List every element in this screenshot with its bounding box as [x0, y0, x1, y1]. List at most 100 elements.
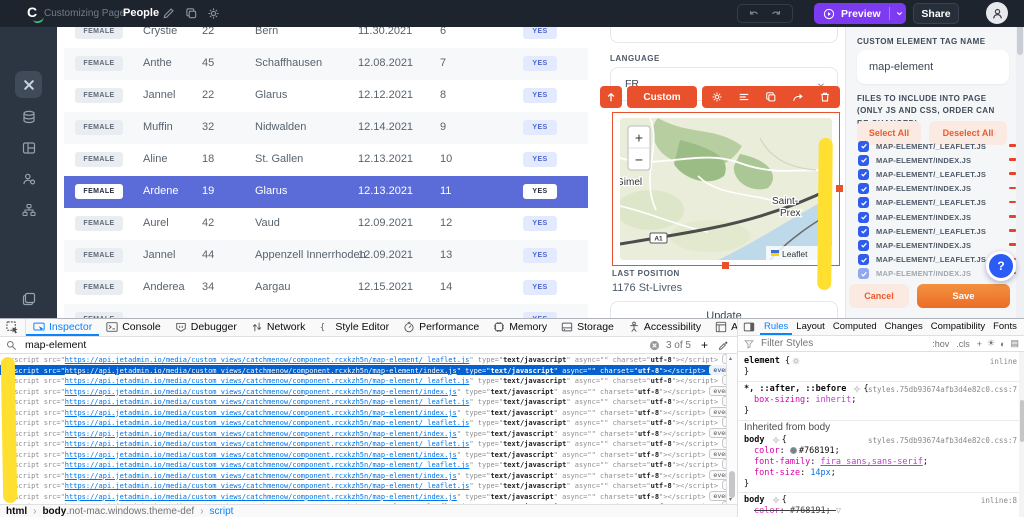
markup-search-input[interactable] [23, 338, 649, 352]
pick-element-icon[interactable] [0, 319, 26, 336]
element-settings-icon[interactable] [711, 91, 723, 103]
devtools-tab-storage[interactable]: Storage [554, 319, 621, 336]
event-badge[interactable]: event [709, 406, 726, 417]
markup-script-node[interactable]: <script src="https://api.jetadmin.io/med… [0, 406, 726, 418]
style-source-link[interactable]: styles.75db93674afb3d4e82c0.css:7 [867, 384, 1017, 395]
sidebar-item-design[interactable] [15, 71, 42, 98]
script-src-link[interactable]: https://api.jetadmin.io/media/custom_vie… [65, 398, 470, 406]
file-row[interactable]: MAP-ELEMENT/_LEAFLET.JS [858, 224, 986, 238]
print-sim-icon[interactable]: ▤ [1010, 338, 1019, 349]
style-source-link[interactable]: styles.75db93674afb3d4e82c0.css:7 [867, 435, 1017, 446]
rules-list[interactable]: element { inline } *, ::after, ::before … [738, 352, 1024, 517]
rules-toolbar-button[interactable]: :hov [932, 339, 949, 349]
script-src-link[interactable]: https://api.jetadmin.io/media/custom_vie… [65, 493, 457, 501]
script-src-link[interactable]: https://api.jetadmin.io/media/custom_vie… [65, 461, 470, 469]
rules-toolbar-button[interactable]: + [977, 339, 982, 349]
element-type-badge[interactable]: Custom [627, 86, 697, 108]
rules-tab-changes[interactable]: Changes [881, 319, 927, 335]
app-scrollbar[interactable] [1016, 0, 1024, 318]
script-src-link[interactable]: https://api.jetadmin.io/media/custom_vie… [65, 451, 457, 459]
markup-script-node[interactable]: <script src="https://api.jetadmin.io/med… [0, 427, 726, 439]
filter-styles-input[interactable] [759, 337, 928, 350]
script-src-link[interactable]: https://api.jetadmin.io/media/custom_vie… [65, 377, 470, 385]
file-checkbox-checked[interactable] [858, 225, 869, 237]
sidebar-item-layout[interactable] [15, 134, 42, 161]
rules-tab-rules[interactable]: Rules [760, 319, 793, 335]
rules-scrollbar[interactable] [1019, 352, 1024, 517]
markup-script-node[interactable]: <script src="https://api.jetadmin.io/med… [0, 396, 726, 407]
gear-icon[interactable] [853, 385, 861, 393]
file-checkbox-checked[interactable] [858, 183, 869, 195]
script-src-link[interactable]: https://api.jetadmin.io/media/custom_vie… [65, 419, 470, 427]
table-row[interactable]: FEMALE Jannel 22 Glarus 12.12.2021 8 YES [64, 80, 588, 112]
markup-script-node[interactable]: <script src="https://api.jetadmin.io/med… [0, 354, 726, 365]
event-badge[interactable]: event [709, 469, 726, 480]
markup-script-node[interactable]: <script src="https://api.jetadmin.io/med… [0, 385, 726, 397]
redo-icon[interactable] [770, 8, 782, 20]
event-badge[interactable]: event [709, 385, 726, 396]
gear-icon[interactable] [792, 357, 800, 365]
rules-toolbar-button[interactable]: .cls [956, 339, 970, 349]
event-badge[interactable]: event [709, 364, 726, 375]
devtools-tab-memory[interactable]: Memory [486, 319, 554, 336]
element-duplicate-icon[interactable] [765, 91, 777, 103]
breadcrumb-item[interactable]: body.not-mac.windows.theme-def [42, 506, 194, 517]
file-row[interactable]: MAP-ELEMENT/INDEX.JS [858, 153, 971, 167]
file-row[interactable]: MAP-ELEMENT/_LEAFLET.JS [858, 253, 986, 267]
devtools-tab-style-editor[interactable]: { } Style Editor [312, 319, 396, 336]
clear-search-icon[interactable] [649, 340, 660, 351]
css-property[interactable]: color [754, 446, 780, 456]
save-button[interactable]: Save [917, 284, 1010, 308]
element-delete-icon[interactable] [819, 91, 831, 103]
preview-button[interactable]: Preview [814, 3, 906, 24]
rules-tab-fonts[interactable]: Fonts [989, 319, 1021, 335]
cancel-button[interactable]: Cancel [849, 284, 909, 308]
devtools-tab-network[interactable]: Network [244, 319, 313, 336]
resize-handle-right[interactable] [836, 185, 843, 192]
undo-icon[interactable] [748, 8, 760, 20]
file-row[interactable]: MAP-ELEMENT/INDEX.JS [858, 267, 971, 280]
markup-view[interactable]: <script src="https://api.jetadmin.io/med… [0, 354, 726, 504]
file-checkbox-checked[interactable] [858, 268, 869, 280]
script-src-link[interactable]: https://api.jetadmin.io/media/custom_vie… [65, 356, 470, 364]
table-row[interactable]: FEMALE Anthe 45 Schaffhausen 12.08.2021 … [64, 48, 588, 80]
script-src-link[interactable]: https://api.jetadmin.io/media/custom_vie… [65, 440, 470, 448]
table-row[interactable]: FEMALE Muffin 32 Nidwalden 12.14.2021 9 … [64, 112, 588, 144]
edit-page-icon[interactable] [162, 7, 175, 20]
markup-script-node[interactable]: <script src="https://api.jetadmin.io/med… [0, 490, 726, 502]
script-src-link[interactable]: https://api.jetadmin.io/media/custom_vie… [65, 388, 457, 396]
funnel-icon[interactable]: ▽ [836, 506, 841, 517]
file-checkbox-checked[interactable] [858, 239, 869, 251]
markup-script-node[interactable]: <script src="https://api.jetadmin.io/med… [0, 459, 726, 470]
table-row[interactable]: FEMALE Aline 18 St. Gallen 12.13.2021 10… [64, 144, 588, 176]
file-checkbox-checked[interactable] [858, 154, 869, 166]
color-swatch[interactable] [789, 447, 797, 454]
css-property[interactable]: box-sizing [754, 395, 805, 405]
devtools-tab-debugger[interactable]: Debugger [168, 319, 244, 336]
table-row[interactable]: FEMALE Jannel 44 Appenzell Innerrhoden 1… [64, 240, 588, 272]
dock-sidebar-icon[interactable] [738, 319, 760, 335]
scroll-up-icon[interactable]: ▴ [729, 355, 732, 362]
element-share-icon[interactable] [792, 91, 804, 103]
file-checkbox-checked[interactable] [858, 211, 869, 223]
css-property[interactable]: color [754, 506, 780, 516]
devtools-tab-inspector[interactable]: Inspector [26, 319, 100, 336]
file-row[interactable]: MAP-ELEMENT/INDEX.JS [858, 182, 971, 196]
tag-name-input[interactable] [857, 50, 1009, 84]
event-badge[interactable]: event [709, 448, 726, 459]
file-row[interactable]: MAP-ELEMENT/INDEX.JS [858, 238, 971, 252]
table-row[interactable]: FEMALE Anderea 34 Aargau 12.15.2021 14 Y… [64, 272, 588, 304]
file-checkbox-checked[interactable] [858, 197, 869, 209]
script-src-link[interactable]: https://api.jetadmin.io/media/custom_vie… [65, 472, 457, 480]
sidebar-item-users[interactable] [15, 165, 42, 192]
leaflet-map[interactable]: A1 Gimel Saint- Prex Leaflet + − [620, 118, 832, 260]
markup-scrollbar[interactable]: ▴ ▾ [726, 354, 737, 504]
rules-tab-layout[interactable]: Layout [792, 319, 829, 335]
table-row[interactable]: FEMALE Aurel 42 Vaud 12.09.2021 12 YES [64, 208, 588, 240]
devtools-tab-console[interactable]: Console [99, 319, 168, 336]
css-property[interactable]: font-family [754, 457, 810, 467]
markup-script-node[interactable]: <script src="https://api.jetadmin.io/med… [0, 469, 726, 481]
markup-script-node[interactable]: <script src="https://api.jetadmin.io/med… [0, 364, 726, 375]
scroll-down-icon[interactable]: ▾ [729, 496, 732, 503]
table-row[interactable]: FEMALE Ardene 19 Glarus 12.13.2021 11 YE… [64, 176, 588, 208]
